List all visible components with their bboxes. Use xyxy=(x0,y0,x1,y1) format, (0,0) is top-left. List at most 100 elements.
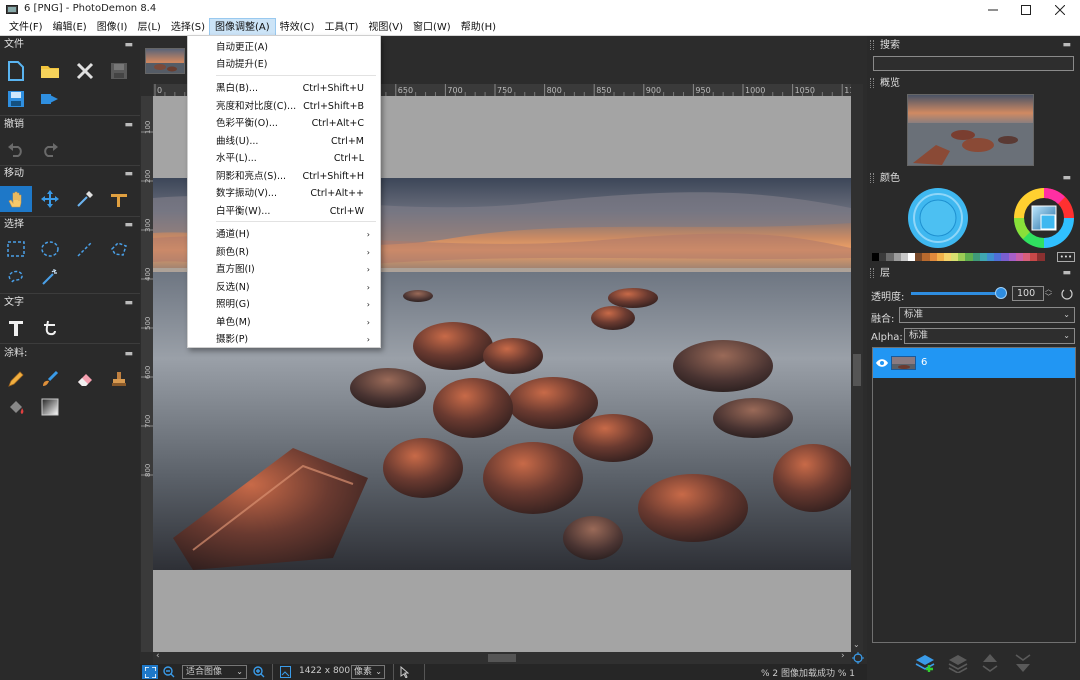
palette-swatch[interactable] xyxy=(994,253,1002,261)
collapse-icon[interactable]: ▬ xyxy=(124,118,133,132)
spin-up-icon[interactable]: ︿ xyxy=(1045,285,1052,293)
palette-swatch[interactable] xyxy=(907,253,916,261)
menu-item[interactable]: 视图(V) xyxy=(363,19,408,36)
adjust-menu-item[interactable]: 色彩平衡(O)... Ctrl+Alt+C xyxy=(188,115,380,133)
adjust-menu-item[interactable]: 数字振动(V)... Ctrl+Alt++ xyxy=(188,185,380,203)
palette-swatch[interactable] xyxy=(1001,253,1009,261)
menu-item[interactable]: 工具(T) xyxy=(319,19,363,36)
horizontal-scrollbar[interactable]: ‹ › xyxy=(153,651,851,664)
blend-mode-select[interactable]: 标准 ⌄ xyxy=(899,307,1075,323)
palette-swatch[interactable] xyxy=(922,253,930,261)
section-file[interactable]: 文件 ▬ xyxy=(0,38,140,52)
rect-select-button[interactable] xyxy=(0,236,32,262)
zoom-in-button[interactable] xyxy=(253,666,265,678)
gradient-tool-button[interactable] xyxy=(34,394,66,420)
menu-item[interactable]: 帮助(H) xyxy=(456,19,501,36)
adjust-menu-item[interactable]: 摄影(P) › xyxy=(188,331,380,349)
palette-swatch[interactable] xyxy=(872,253,880,261)
opacity-input[interactable]: 100 xyxy=(1012,286,1044,301)
color-palette[interactable] xyxy=(872,253,1045,261)
magic-wand-button[interactable] xyxy=(34,264,66,290)
move-layer-up-button[interactable] xyxy=(981,653,999,673)
adjust-menu-item[interactable]: 亮度和对比度(C)... Ctrl+Shift+B xyxy=(188,98,380,116)
opacity-spinner[interactable]: ︿ ﹀ xyxy=(1045,285,1052,301)
undo-button[interactable] xyxy=(0,137,32,163)
collapse-icon[interactable]: ▬ xyxy=(1062,38,1071,53)
eye-icon[interactable] xyxy=(876,358,888,368)
palette-swatch[interactable] xyxy=(929,253,937,261)
palette-swatch[interactable] xyxy=(951,253,959,261)
close-file-button[interactable] xyxy=(69,58,101,84)
layers-panel-header[interactable]: 层 ▬ xyxy=(867,266,1080,281)
more-colors-button[interactable]: ••• xyxy=(1057,252,1075,262)
layer-row[interactable]: 6 xyxy=(873,348,1075,378)
adjust-menu-item[interactable]: 单色(M) › xyxy=(188,314,380,332)
palette-swatch[interactable] xyxy=(943,253,952,261)
palette-swatch[interactable] xyxy=(879,253,887,261)
search-input[interactable] xyxy=(873,56,1074,71)
typography-tool-button[interactable] xyxy=(34,315,66,341)
move-layer-down-button[interactable] xyxy=(1014,653,1032,673)
line-select-button[interactable] xyxy=(69,236,101,262)
lasso-select-button[interactable] xyxy=(0,264,32,290)
spin-down-icon[interactable]: ﹀ xyxy=(1045,293,1052,301)
palette-swatch[interactable] xyxy=(972,253,980,261)
add-layer-button[interactable] xyxy=(914,653,936,673)
menu-item[interactable]: 图像(I) xyxy=(92,19,133,36)
reset-opacity-button[interactable] xyxy=(1060,287,1073,300)
adjust-menu-item[interactable]: 曲线(U)... Ctrl+M xyxy=(188,133,380,151)
palette-swatch[interactable] xyxy=(1008,253,1016,261)
polygon-select-button[interactable] xyxy=(103,236,135,262)
collapse-icon[interactable]: ▬ xyxy=(124,347,133,361)
section-text[interactable]: 文字 ▬ xyxy=(0,296,140,310)
save-as-button[interactable] xyxy=(0,86,32,112)
menu-item[interactable]: 图像调整(A) xyxy=(208,17,276,37)
adjust-menu-item[interactable]: 自动更正(A) xyxy=(188,39,380,57)
measure-tool-button[interactable] xyxy=(103,186,135,212)
collapse-icon[interactable]: ▬ xyxy=(1062,266,1071,281)
adjust-menu-item[interactable]: 反选(N) › xyxy=(188,279,380,297)
clone-stamp-button[interactable] xyxy=(103,366,135,392)
center-view-button[interactable] xyxy=(852,652,864,664)
brush-tool-button[interactable] xyxy=(34,366,66,392)
palette-swatch[interactable] xyxy=(1030,253,1038,261)
search-panel-header[interactable]: 搜索 ▬ xyxy=(867,38,1080,53)
menu-item[interactable]: 文件(F) xyxy=(4,19,48,36)
collapse-icon[interactable]: ▬ xyxy=(124,296,133,310)
eraser-tool-button[interactable] xyxy=(69,366,101,392)
collapse-icon[interactable]: ▬ xyxy=(124,38,133,52)
collapse-icon[interactable]: ▬ xyxy=(124,218,133,232)
primary-color-swatch[interactable] xyxy=(907,187,969,249)
fill-tool-button[interactable] xyxy=(0,394,32,420)
adjust-menu-item[interactable]: 照明(G) › xyxy=(188,296,380,314)
fit-view-button[interactable] xyxy=(142,665,158,679)
adjust-menu-item[interactable]: 自动提升(E) xyxy=(188,56,380,74)
pencil-tool-button[interactable] xyxy=(0,366,32,392)
palette-swatch[interactable] xyxy=(979,253,987,261)
color-wheel[interactable] xyxy=(1013,187,1075,249)
horizontal-scroll-thumb[interactable] xyxy=(488,654,516,662)
adjust-menu-item[interactable]: 黑白(B)... Ctrl+Shift+U xyxy=(188,80,380,98)
image-tab-thumbnail[interactable] xyxy=(145,48,185,74)
export-button[interactable] xyxy=(34,86,66,112)
section-move[interactable]: 移动 ▬ xyxy=(0,167,140,181)
palette-swatch[interactable] xyxy=(900,253,908,261)
menu-item[interactable]: 层(L) xyxy=(132,19,165,36)
move-tool-button[interactable] xyxy=(34,186,66,212)
adjust-menu-item[interactable]: 颜色(R) › xyxy=(188,244,380,262)
collapse-icon[interactable]: ▬ xyxy=(124,167,133,181)
zoom-out-button[interactable] xyxy=(163,666,175,678)
text-tool-button[interactable] xyxy=(0,315,32,341)
open-file-button[interactable] xyxy=(34,58,66,84)
hand-tool-button[interactable] xyxy=(0,186,32,212)
section-select[interactable]: 选择 ▬ xyxy=(0,218,140,232)
scroll-left-icon[interactable]: ‹ xyxy=(156,651,160,661)
menu-item[interactable]: 窗口(W) xyxy=(408,19,456,36)
vertical-scroll-thumb[interactable] xyxy=(853,354,861,386)
palette-swatch[interactable] xyxy=(987,253,995,261)
unit-select[interactable]: 像素 ⌄ xyxy=(351,665,385,679)
zoom-select[interactable]: 适合图像 ⌄ xyxy=(182,665,247,679)
save-button[interactable] xyxy=(103,58,135,84)
adjust-menu-item[interactable]: 阴影和亮点(S)... Ctrl+Shift+H xyxy=(188,168,380,186)
collapse-icon[interactable]: ▬ xyxy=(1062,171,1071,186)
